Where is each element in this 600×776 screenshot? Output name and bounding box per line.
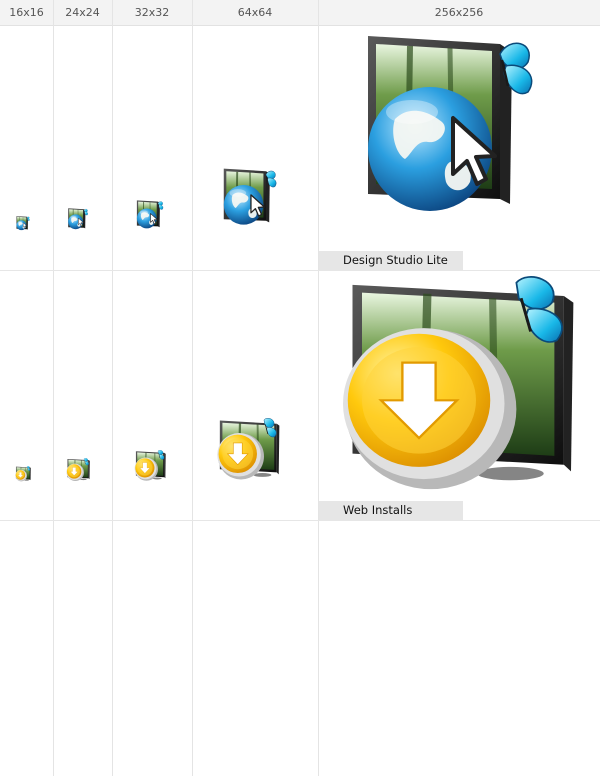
- column-header-16: 16x16: [9, 6, 44, 19]
- row-divider: [0, 270, 600, 271]
- globe-cursor-monitor-icon-256: [350, 34, 550, 234]
- globe-cursor-monitor-icon-16: [15, 216, 31, 232]
- grid-divider: [112, 0, 113, 776]
- size-header-row: 16x16 24x24 32x32 64x64 256x256: [0, 0, 600, 26]
- grid-divider: [53, 0, 54, 776]
- download-button-monitor-icon-256: [332, 276, 582, 498]
- icon-name-label: Design Studio Lite: [319, 251, 463, 270]
- download-button-monitor-icon-64: [216, 418, 280, 482]
- grid-divider: [192, 0, 193, 776]
- download-button-monitor-icon-16: [15, 466, 31, 482]
- column-header-256: 256x256: [434, 6, 484, 19]
- column-header-24: 24x24: [65, 6, 100, 19]
- icon-name-label: Web Installs: [319, 501, 463, 520]
- column-header-32: 32x32: [134, 6, 170, 19]
- download-button-monitor-icon-24: [66, 458, 90, 482]
- globe-cursor-monitor-icon-32: [134, 200, 166, 232]
- column-header-64: 64x64: [237, 6, 273, 19]
- globe-cursor-monitor-icon-64: [218, 168, 282, 232]
- row-divider: [0, 520, 600, 521]
- globe-cursor-monitor-icon-24: [66, 208, 90, 232]
- grid-divider: [318, 0, 319, 776]
- download-button-monitor-icon-32: [134, 450, 166, 482]
